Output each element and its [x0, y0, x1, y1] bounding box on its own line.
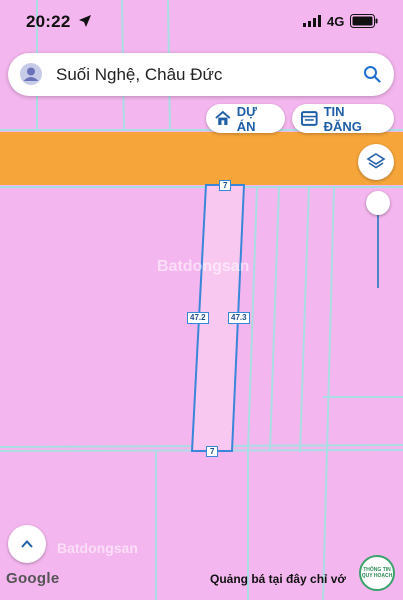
listing-icon	[301, 111, 318, 126]
search-bar[interactable]: Suối Nghệ, Châu Đức	[8, 53, 394, 96]
account-icon[interactable]	[20, 63, 42, 85]
parcel-edge-bottom-label: 7	[206, 446, 219, 457]
scroll-up-button[interactable]	[8, 525, 46, 563]
listing-button-label: TIN ĐĂNG	[323, 103, 362, 134]
status-time: 20:22	[26, 12, 71, 31]
status-bar: 20:22 4G	[0, 0, 403, 44]
planning-info-badge[interactable]: THÔNG TIN QUY HOẠCH	[359, 555, 395, 591]
layers-button[interactable]	[358, 144, 394, 180]
watermark-logo-bottom: Batdongsan	[57, 540, 138, 556]
location-arrow-icon	[79, 15, 91, 27]
search-icon[interactable]	[363, 65, 381, 83]
opacity-slider-handle[interactable]	[366, 191, 390, 215]
parcel-edge-top-label: 7	[219, 180, 232, 191]
signal-icon	[303, 15, 321, 27]
watermark-logo: Batdongsan	[157, 258, 250, 275]
chevron-up-icon	[21, 540, 33, 548]
promo-banner-text[interactable]: Quảng bá tại đây chỉ vớ	[210, 572, 346, 586]
listing-button[interactable]: TIN ĐĂNG	[292, 103, 394, 134]
road-band	[0, 132, 403, 185]
project-button[interactable]: DỰ ÁN	[206, 103, 285, 134]
opacity-slider-track[interactable]	[377, 210, 379, 288]
house-icon	[215, 110, 231, 125]
google-attribution: Google	[6, 570, 60, 587]
network-type: 4G	[327, 14, 345, 29]
search-query[interactable]: Suối Nghệ, Châu Đức	[56, 65, 222, 85]
battery-icon	[350, 14, 378, 28]
layers-icon	[366, 153, 386, 169]
parcel-edge-left-label: 47.2	[187, 312, 209, 324]
parcel-edge-right-label: 47.3	[228, 312, 250, 324]
project-button-label: DỰ ÁN	[236, 103, 257, 134]
